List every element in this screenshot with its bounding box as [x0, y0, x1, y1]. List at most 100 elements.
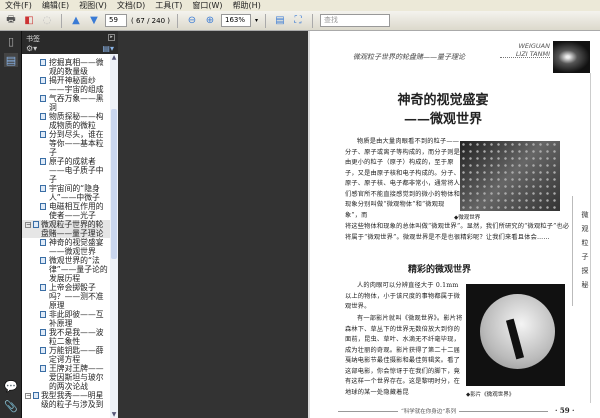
zoom-out-icon[interactable]: ⊖: [185, 14, 199, 28]
section-heading: 精彩的微观世界: [408, 265, 472, 275]
toolbar: 🖶 ◧ ◌ ▲ ▼ 59 ( 67 / 240 ) ⊖ ⊕ 163% ▾ ▤ ⛶…: [0, 11, 600, 31]
panel-options-button[interactable]: ▸: [108, 34, 115, 41]
bookmark-icon: [40, 347, 46, 354]
bookmark-item[interactable]: 微观世界的“法律”——量子论的发展历程: [22, 256, 118, 283]
image-caption: ◆影片《微观世界》: [466, 392, 515, 398]
divider: [265, 13, 267, 28]
bookmark-item[interactable]: 物质探秘——构成物质的微粒: [22, 112, 118, 130]
galaxy-image: [553, 41, 590, 73]
bookmark-label: 物质探秘——构成物质的微粒: [49, 112, 104, 130]
bookmark-icon: [40, 257, 46, 264]
scroll-down-icon[interactable]: ▼: [110, 411, 118, 418]
menu-tools[interactable]: 工具(T): [150, 0, 187, 11]
bookmarks-title: 书签: [26, 35, 40, 43]
menu-bar: 文件(F) 编辑(E) 视图(V) 文档(D) 工具(T) 窗口(W) 帮助(H…: [0, 0, 600, 11]
bookmark-icon: [40, 95, 46, 102]
page-number: · 59 ·: [555, 406, 575, 415]
bookmark-label: 王牌对王牌——爱因斯坦与玻尔的两次论战: [49, 364, 104, 391]
bookmark-icon: [33, 221, 39, 228]
navigation-rail: ▯ ▤ 💬 📎: [0, 31, 22, 418]
bookmark-item[interactable]: 揭开神秘面纱——宇宙的组成: [22, 76, 118, 94]
article-title: 神奇的视觉盛宴 ——微观世界: [397, 93, 489, 127]
paragraph: 有一部影片就叫《微观世界》。影片将森林下、草丛下的世界无数倍放大到你的面前，昆虫…: [345, 315, 463, 396]
bookmark-icon: [40, 113, 46, 120]
previous-page-icon[interactable]: ▲: [69, 14, 83, 28]
bookmark-icon: [40, 311, 46, 318]
zoom-in-icon[interactable]: ⊕: [203, 14, 217, 28]
bookmark-icon: [40, 158, 46, 165]
menu-file[interactable]: 文件(F): [0, 0, 37, 11]
collapse-toggle-icon[interactable]: −: [25, 222, 31, 228]
bookmark-item[interactable]: − 我型我秀——明星级的粒子与涉及到: [22, 391, 118, 409]
bookmark-item[interactable]: 电磁相互作用的使者——光子: [22, 202, 118, 220]
bookmark-label: 我不是我——波粒二象性: [49, 328, 104, 346]
bookmark-icon: [40, 239, 46, 246]
pages-icon[interactable]: ▯: [4, 34, 18, 48]
bookmark-label: 万能钥匙——薛定谔方程: [49, 346, 104, 364]
bookmark-item[interactable]: 挖掘真相——微观的数量级: [22, 58, 118, 76]
collapse-toggle-icon[interactable]: −: [25, 393, 31, 399]
divider: [177, 13, 178, 28]
running-head: 微观粒子世界的轮盘赌——量子理论: [353, 53, 465, 61]
molecule-image: [460, 141, 560, 211]
bookmark-item[interactable]: 气吞万象——黑洞: [22, 94, 118, 112]
menu-edit[interactable]: 编辑(E): [37, 0, 74, 11]
bookmark-item[interactable]: 非此即彼——互补原理: [22, 310, 118, 328]
fit-page-icon[interactable]: ▤: [273, 14, 287, 28]
bookmark-item[interactable]: 宇宙间的“隐身人”——中微子: [22, 184, 118, 202]
bookmark-label: 非此即彼——互补原理: [49, 310, 104, 328]
bookmark-item[interactable]: − 微观粒子世界的轮盘赌——量子理论: [22, 220, 118, 238]
next-page-icon[interactable]: ▼: [87, 14, 101, 28]
page-number-input[interactable]: 59: [105, 14, 127, 27]
scrollbar[interactable]: ▲ ▼: [110, 54, 118, 418]
bookmark-item[interactable]: 上帝会掷骰子吗？——测不准原理: [22, 283, 118, 310]
bookmark-item[interactable]: 我不是我——波粒二象性: [22, 328, 118, 346]
menu-document[interactable]: 文档(D): [112, 0, 150, 11]
zoom-select[interactable]: 163%: [221, 14, 251, 27]
divider: [312, 13, 314, 28]
bookmark-item[interactable]: 王牌对王牌——爱因斯坦与玻尔的两次论战: [22, 364, 118, 391]
chevron-down-icon[interactable]: ▾: [255, 17, 258, 24]
film-still-image: [466, 284, 565, 386]
bookmark-item[interactable]: 神奇的视觉盛宴——微观世界: [22, 238, 118, 256]
bookmark-icon: [40, 365, 46, 372]
new-bookmark-icon[interactable]: ▤▾: [102, 44, 114, 53]
bookmark-icon: [40, 329, 46, 336]
collaborate-icon[interactable]: ◌: [40, 14, 54, 28]
bookmarks-toolbar: ⚙▾ ▤▾: [22, 44, 118, 54]
bookmark-label: 挖掘真相——微观的数量级: [49, 58, 104, 76]
full-screen-icon[interactable]: ⛶: [291, 14, 305, 28]
bookmarks-list: 挖掘真相——微观的数量级 揭开神秘面纱——宇宙的组成 气吞万象——黑洞 物质探秘——构…: [22, 54, 118, 418]
bookmark-label: 我型我秀——明星级的粒子与涉及到: [41, 391, 104, 409]
bookmark-icon: [40, 131, 46, 138]
attachments-icon[interactable]: 📎: [4, 399, 18, 413]
bookmark-label: 宇宙间的“隐身人”——中微子: [49, 184, 100, 202]
bookmark-item[interactable]: 分到尽头，谁在等你——基本粒子: [22, 130, 118, 157]
bookmark-item[interactable]: 万能钥匙——薛定谔方程: [22, 346, 118, 364]
bookmark-label: 电磁相互作用的使者——光子: [49, 202, 104, 220]
create-pdf-icon[interactable]: ◧: [22, 14, 36, 28]
scrollbar-thumb[interactable]: [111, 109, 117, 259]
menu-view[interactable]: 视图(V): [74, 0, 112, 11]
print-icon[interactable]: 🖶: [4, 14, 18, 28]
scroll-up-icon[interactable]: ▲: [110, 54, 118, 61]
menu-window[interactable]: 窗口(W): [187, 0, 227, 11]
bookmark-label: 气吞万象——黑洞: [49, 94, 104, 112]
bookmark-label: 揭开神秘面纱——宇宙的组成: [49, 76, 104, 94]
bookmark-label: 原子的成就者——电子质子中子: [49, 157, 104, 184]
bookmark-label: 微观世界的“法律”——量子论的发展历程: [49, 256, 108, 283]
options-gear-icon[interactable]: ⚙▾: [26, 44, 37, 53]
bookmark-icon: [33, 392, 39, 399]
bookmark-item[interactable]: 原子的成就者——电子质子中子: [22, 157, 118, 184]
menu-help[interactable]: 帮助(H): [228, 0, 266, 11]
divider: [61, 13, 62, 28]
bookmark-label: 上帝会掷骰子吗？——测不准原理: [49, 283, 104, 310]
bookmarks-header: 书签 ▸: [22, 31, 118, 44]
bookmarks-icon[interactable]: ▤: [4, 53, 18, 67]
paragraph: 物质是由大量肉眼看不到的粒子——分子、原子或离子等构成的，而分子则是由更小的粒子…: [345, 138, 460, 219]
search-input[interactable]: 查找: [320, 14, 391, 27]
bookmark-icon: [40, 203, 46, 210]
comments-icon[interactable]: 💬: [4, 379, 18, 393]
page-count: ( 67 / 240 ): [131, 16, 170, 25]
bookmark-label: 神奇的视觉盛宴——微观世界: [49, 238, 104, 256]
